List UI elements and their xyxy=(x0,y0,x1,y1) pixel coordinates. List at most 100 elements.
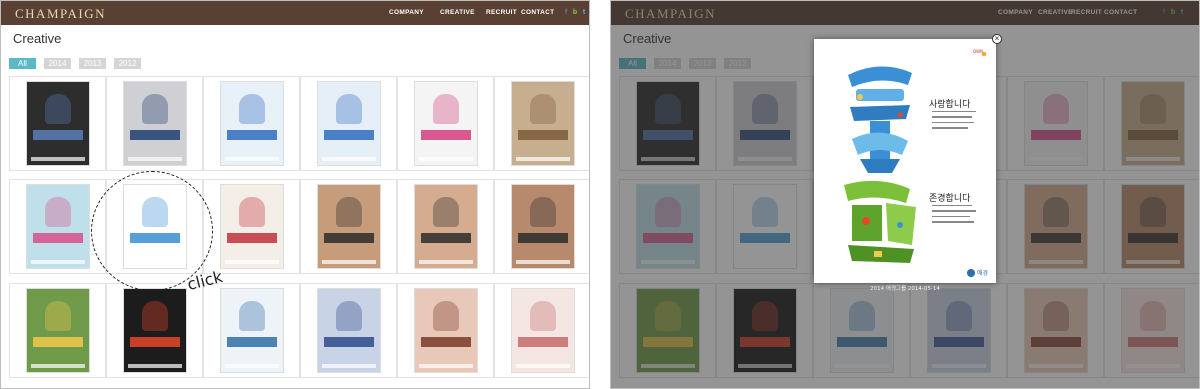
gallery-thumbnail[interactable] xyxy=(494,76,589,171)
poster-figure-shape xyxy=(44,94,71,124)
poster-footer-strip xyxy=(515,364,570,368)
poster-accent-band xyxy=(32,337,83,347)
filter-tab-2014[interactable]: 2014 xyxy=(44,58,71,69)
gallery-thumbnail[interactable] xyxy=(494,179,589,274)
poster-footer-strip xyxy=(30,260,85,264)
gallery-thumbnail[interactable] xyxy=(106,76,203,171)
gallery-thumbnail[interactable] xyxy=(494,283,589,378)
ad-hello-group xyxy=(413,81,478,166)
ad-infographic xyxy=(219,184,284,269)
gallery-thumbnail[interactable] xyxy=(397,283,494,378)
site-logo[interactable]: CHAMPAIGN xyxy=(15,6,106,22)
poster-accent-band xyxy=(420,233,471,243)
gallery-thumbnail[interactable] xyxy=(397,179,494,274)
poster-figure-shape xyxy=(432,301,459,331)
nav-company[interactable]: COMPANY xyxy=(389,9,424,16)
poster-figure-shape xyxy=(335,197,362,227)
poster-figure-shape xyxy=(44,301,71,331)
poster-accent-band xyxy=(323,130,374,140)
poster-accent-band xyxy=(323,233,374,243)
ad-forest-walk xyxy=(25,288,90,373)
poster-figure-shape xyxy=(335,301,362,331)
poster-figure-shape xyxy=(44,197,71,227)
twitter-icon[interactable]: t xyxy=(581,9,587,17)
poster-figure-shape xyxy=(141,94,168,124)
filter-tab-all[interactable]: All xyxy=(9,58,36,69)
modal-caption: 2014 애경그룹 2014-05-14 xyxy=(870,286,940,292)
poster-accent-band xyxy=(226,337,277,347)
poster-footer-strip xyxy=(418,260,473,264)
respect-heading: 존경합니다 xyxy=(929,194,971,204)
gallery-thumbnail[interactable] xyxy=(106,283,203,378)
screen-before-click: CHAMPAIGN COMPANY CREATIVE RECRUIT CONTA… xyxy=(0,0,590,389)
poster-accent-band xyxy=(129,337,180,347)
poster-accent-band xyxy=(323,337,374,347)
filter-tab-2012[interactable]: 2012 xyxy=(114,58,141,69)
nav-contact[interactable]: CONTACT xyxy=(521,9,554,16)
ad-feel-good-woman xyxy=(413,184,478,269)
ad-scooter-couple xyxy=(25,184,90,269)
poster-footer-strip xyxy=(418,157,473,161)
poster-footer-strip xyxy=(224,364,279,368)
ad-woman-sitting xyxy=(122,81,187,166)
facebook-icon[interactable]: f xyxy=(563,9,569,17)
poster-footer-strip xyxy=(515,260,570,264)
ad-cosmetic-bottle xyxy=(510,288,575,373)
poster-figure-shape xyxy=(529,94,556,124)
poster-accent-band xyxy=(517,337,568,347)
poster-accent-band xyxy=(420,130,471,140)
poster-footer-strip xyxy=(418,364,473,368)
love-respect-calligraphy-artwork xyxy=(830,55,930,275)
poster-figure-shape xyxy=(238,301,265,331)
top-navigation-bar: CHAMPAIGN COMPANY CREATIVE RECRUIT CONTA… xyxy=(1,1,589,25)
poster-figure-shape xyxy=(529,301,556,331)
gallery-thumbnail[interactable] xyxy=(203,76,300,171)
poster-footer-strip xyxy=(321,260,376,264)
ad-feel-good-man xyxy=(316,184,381,269)
ad-student-backpack xyxy=(510,81,575,166)
nav-creative[interactable]: CREATIVE xyxy=(440,9,475,16)
gallery-thumbnail[interactable] xyxy=(203,179,300,274)
poster-footer-strip xyxy=(127,364,182,368)
love-heading: 사랑합니다 xyxy=(929,100,971,110)
gallery-thumbnail[interactable] xyxy=(300,283,397,378)
poster-accent-band xyxy=(32,130,83,140)
poster-accent-band xyxy=(32,233,83,243)
poster-figure-shape xyxy=(141,301,168,331)
gallery-thumbnail[interactable] xyxy=(300,179,397,274)
ad-feel-good-smile xyxy=(510,184,575,269)
gallery-thumbnail[interactable] xyxy=(9,76,106,171)
poster-accent-band xyxy=(129,130,180,140)
ad-recruit-poster-1 xyxy=(219,81,284,166)
poster-accent-band xyxy=(420,337,471,347)
love-body-text-lines xyxy=(932,111,980,129)
modal-close-button[interactable]: × xyxy=(992,34,1002,44)
ad-bob-hair-face xyxy=(413,288,478,373)
gallery-thumbnail[interactable] xyxy=(397,76,494,171)
aekyung-brand-logo: 애경 xyxy=(966,268,988,277)
gallery-thumbnail[interactable] xyxy=(300,76,397,171)
ad-product-lineup xyxy=(25,81,90,166)
ad-beauty-face xyxy=(316,288,381,373)
blog-icon[interactable]: b xyxy=(572,9,578,17)
screen-after-click: CHAMPAIGN COMPANY CREATIVE RECRUIT CONTA… xyxy=(610,0,1200,389)
svg-text:OWN: OWN xyxy=(973,49,983,54)
poster-accent-band xyxy=(517,233,568,243)
poster-footer-strip xyxy=(30,364,85,368)
poster-footer-strip xyxy=(321,157,376,161)
page-title: Creative xyxy=(13,31,62,46)
filter-tab-2013[interactable]: 2013 xyxy=(79,58,106,69)
ad-runner-dark xyxy=(122,288,187,373)
poster-figure-shape xyxy=(238,197,265,227)
brand-circle-icon xyxy=(966,268,975,277)
poster-footer-strip xyxy=(30,157,85,161)
poster-figure-shape xyxy=(335,94,362,124)
respect-body-text-lines xyxy=(932,205,980,223)
poster-figure-shape xyxy=(529,197,556,227)
poster-accent-band xyxy=(226,130,277,140)
gallery-thumbnail[interactable] xyxy=(9,283,106,378)
poster-accent-band xyxy=(517,130,568,140)
gallery-thumbnail[interactable] xyxy=(203,283,300,378)
ad-building-book xyxy=(219,288,284,373)
nav-recruit[interactable]: RECRUIT xyxy=(486,9,517,16)
